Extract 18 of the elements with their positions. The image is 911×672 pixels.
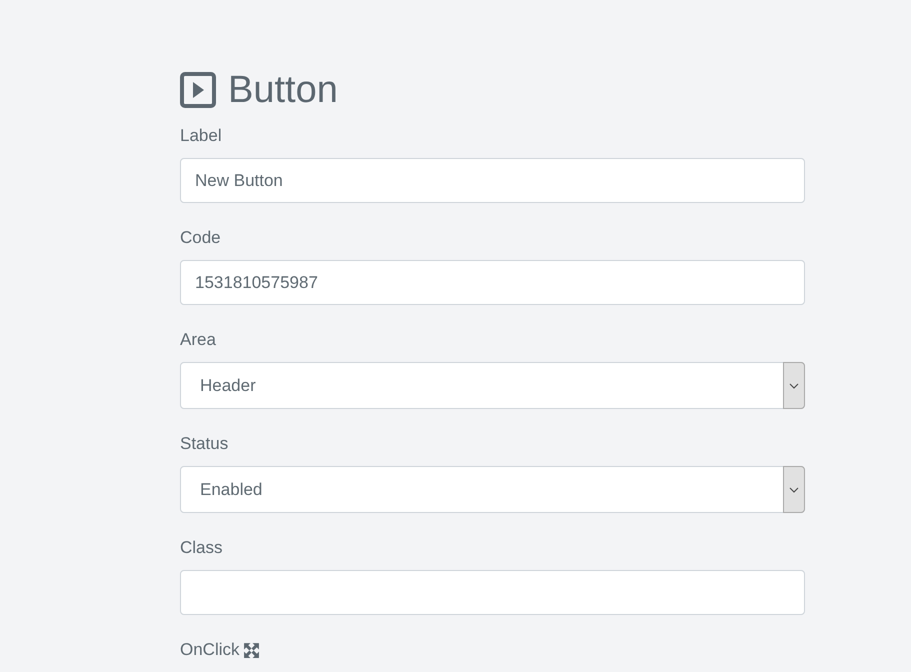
field-label: Code — [180, 227, 221, 249]
dropdown-select[interactable]: Enabled — [180, 466, 805, 513]
text-input[interactable]: New Button — [180, 158, 805, 203]
chevron-down-icon — [789, 382, 799, 388]
field-label: Class — [180, 537, 223, 559]
field-label: Status — [180, 433, 228, 455]
text-input[interactable]: 1531810575987 — [180, 260, 805, 305]
field-label: Area — [180, 329, 216, 351]
field-label: Label — [180, 125, 222, 147]
chevron-down-icon — [789, 486, 799, 492]
page-title: Button — [228, 68, 338, 113]
expand-icon[interactable] — [242, 642, 260, 658]
dropdown-select[interactable]: Header — [180, 362, 805, 409]
play-square-icon — [180, 72, 216, 108]
field-label: OnClick — [180, 639, 240, 661]
text-input[interactable] — [180, 570, 805, 615]
dropdown-button[interactable] — [783, 362, 805, 409]
dropdown-button[interactable] — [783, 466, 805, 513]
